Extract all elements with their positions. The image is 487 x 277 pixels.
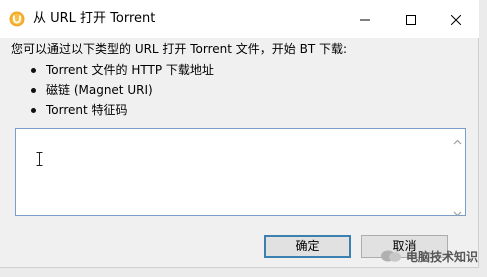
ok-button[interactable]: 确定 (264, 235, 351, 258)
bullet-icon (31, 108, 36, 113)
watermark: 电脑技术知识 (380, 245, 478, 267)
utorrent-logo-icon (9, 11, 25, 27)
maximize-button[interactable] (388, 0, 434, 38)
url-input[interactable] (15, 128, 466, 217)
window-title: 从 URL 打开 Torrent (33, 11, 156, 26)
open-url-dialog: 从 URL 打开 Torrent 您可以通过以下类型的 URL 打开 Torre… (0, 0, 479, 268)
instruction-text: 您可以通过以下类型的 URL 打开 Torrent 文件，开始 BT 下载: (11, 42, 348, 56)
list-item-label: Torrent 文件的 HTTP 下载地址 (46, 63, 214, 77)
watermark-text: 电脑技术知识 (406, 249, 479, 264)
bullet-icon (31, 88, 36, 93)
list-item: Torrent 文件的 HTTP 下载地址 (31, 61, 214, 81)
title-bar[interactable]: 从 URL 打开 Torrent (0, 0, 479, 38)
scroll-up-icon[interactable] (453, 132, 462, 145)
close-icon (450, 10, 462, 29)
bullet-icon (31, 68, 36, 73)
url-types-list: Torrent 文件的 HTTP 下载地址 磁链 (Magnet URI) To… (31, 61, 214, 121)
list-item: Torrent 特征码 (31, 101, 214, 121)
text-cursor-icon (36, 151, 43, 166)
list-item-label: 磁链 (Magnet URI) (46, 83, 153, 97)
close-button[interactable] (433, 0, 479, 38)
list-item: 磁链 (Magnet URI) (31, 81, 214, 101)
wechat-logo-icon (380, 249, 402, 263)
maximize-icon (406, 10, 416, 29)
scroll-down-icon[interactable] (453, 203, 462, 217)
list-item-label: Torrent 特征码 (46, 103, 128, 117)
minimize-icon (360, 10, 370, 29)
minimize-button[interactable] (342, 0, 388, 38)
